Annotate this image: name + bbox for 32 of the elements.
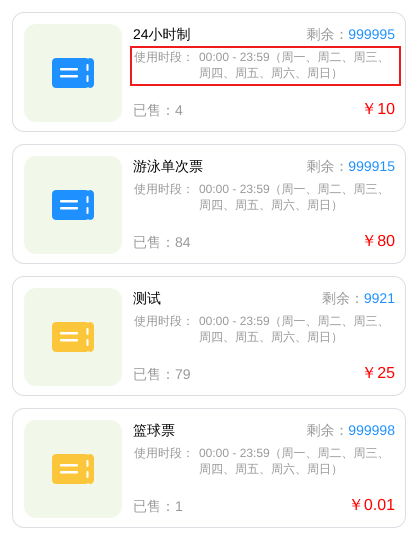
period-text: 00:00 - 23:59（周一、周二、周三、周四、周五、周六、周日） bbox=[199, 445, 391, 477]
ticket-card[interactable]: 游泳单次票 剩余：999915 使用时段： 00:00 - 23:59（周一、周二、周三、周四、周五、周六、周日） 已售：84 ￥80 bbox=[12, 144, 406, 264]
period-text: 00:00 - 23:59（周一、周二、周三、周四、周五、周六、周日） bbox=[199, 181, 391, 213]
ticket-card[interactable]: 24小时制 剩余：999995 使用时段： 00:00 - 23:59（周一、周二、周三、周四、周五、周六、周日） 已售：4 ￥10 bbox=[12, 12, 406, 132]
remaining-label: 剩余： bbox=[306, 25, 348, 44]
period-text: 00:00 - 23:59（周一、周二、周三、周四、周五、周六、周日） bbox=[199, 313, 391, 345]
sold-count: 已售：84 bbox=[133, 233, 191, 252]
remaining-count: 999998 bbox=[348, 421, 395, 440]
sold-count: 已售：1 bbox=[133, 497, 183, 516]
price: ￥25 bbox=[361, 364, 395, 384]
remaining-count: 9921 bbox=[364, 289, 395, 308]
period-label: 使用时段： bbox=[134, 49, 195, 66]
ticket-card[interactable]: 测试 剩余：9921 使用时段： 00:00 - 23:59（周一、周二、周三、周四、周五、周六、周日） 已售：79 ￥25 bbox=[12, 276, 406, 396]
sold-count: 已售：79 bbox=[133, 365, 191, 384]
remaining-count: 999915 bbox=[348, 157, 395, 176]
price: ￥80 bbox=[361, 232, 395, 252]
price: ￥0.01 bbox=[348, 496, 395, 516]
ticket-card[interactable]: 篮球票 剩余：999998 使用时段： 00:00 - 23:59（周一、周二、周三、周四、周五、周六、周日） 已售：1 ￥0.01 bbox=[12, 408, 406, 528]
ticket-name: 游泳单次票 bbox=[133, 157, 203, 176]
remaining-label: 剩余： bbox=[306, 421, 348, 440]
period-label: 使用时段： bbox=[134, 313, 195, 330]
remaining-label: 剩余： bbox=[322, 289, 364, 308]
remaining-label: 剩余： bbox=[306, 157, 348, 176]
ticket-name: 24小时制 bbox=[133, 25, 191, 44]
sold-count: 已售：4 bbox=[133, 101, 183, 120]
period-label: 使用时段： bbox=[134, 181, 195, 198]
ticket-name: 篮球票 bbox=[133, 421, 175, 440]
period-text: 00:00 - 23:59（周一、周二、周三、周四、周五、周六、周日） bbox=[199, 49, 391, 81]
ticket-name: 测试 bbox=[133, 289, 161, 308]
remaining-count: 999995 bbox=[348, 25, 395, 44]
period-label: 使用时段： bbox=[134, 445, 195, 462]
price: ￥10 bbox=[361, 100, 395, 120]
